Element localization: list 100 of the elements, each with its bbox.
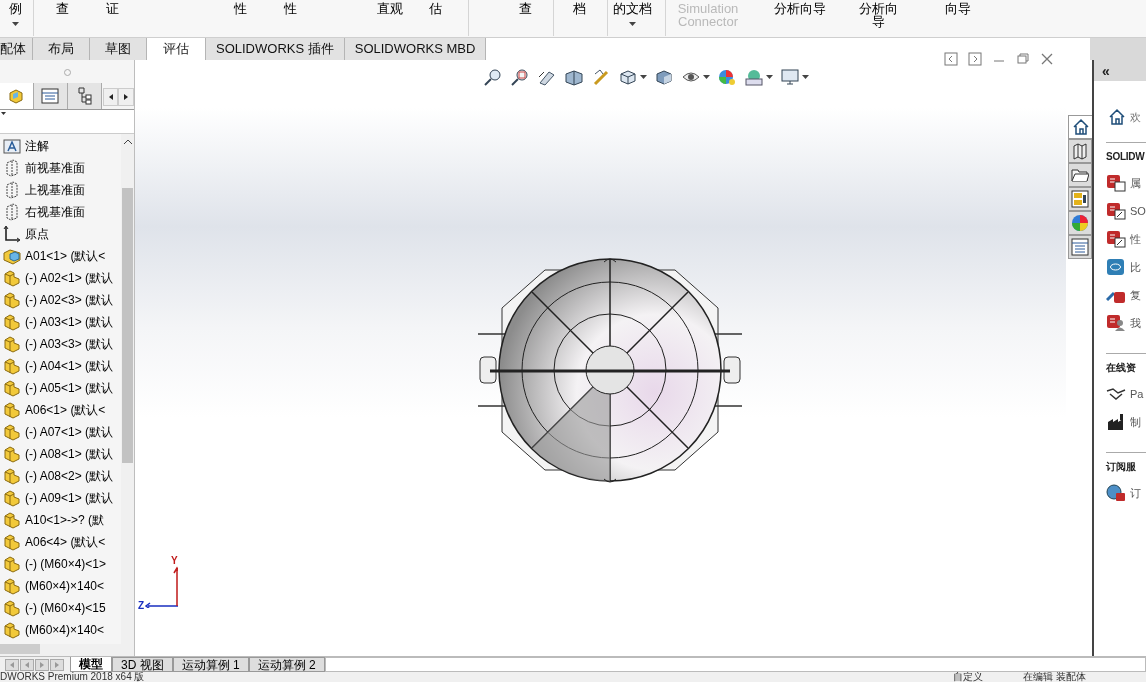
ribbon-button[interactable]: 例 bbox=[0, 0, 30, 26]
task-pane-link[interactable]: 我 bbox=[1106, 309, 1146, 337]
tree-item[interactable]: 注解 bbox=[0, 135, 121, 157]
assembly-icon bbox=[3, 577, 21, 595]
tree-item[interactable]: (-) A02<1> (默认 bbox=[0, 267, 121, 289]
section-title: 在线资 bbox=[1106, 363, 1136, 373]
assembly-icon bbox=[3, 423, 21, 441]
caret-icon bbox=[702, 75, 710, 79]
model-tab[interactable]: 模型 bbox=[70, 657, 112, 672]
tree-item[interactable]: 前视基准面 bbox=[0, 157, 121, 179]
monitor-icon bbox=[779, 68, 800, 86]
tree-item[interactable]: (-) A09<1> (默认 bbox=[0, 487, 121, 509]
panel-tab[interactable] bbox=[0, 83, 34, 109]
scroll-left-button[interactable] bbox=[102, 88, 119, 106]
tree-item[interactable]: 右视基准面 bbox=[0, 201, 121, 223]
tree-item[interactable]: (-) A05<1> (默认 bbox=[0, 377, 121, 399]
collapse-button[interactable]: « bbox=[1094, 60, 1146, 81]
tree-item[interactable]: A01<1> (默认< bbox=[0, 245, 121, 267]
caret-icon bbox=[765, 75, 773, 79]
nav-arrow-button[interactable] bbox=[5, 658, 19, 671]
ribbon-tab[interactable]: 布局 bbox=[33, 38, 90, 60]
ribbon-button[interactable]: 估 bbox=[415, 0, 455, 15]
home-icon bbox=[1071, 118, 1090, 136]
assembly-icon bbox=[3, 379, 21, 397]
tree-item[interactable]: (M60×4)×140< bbox=[0, 575, 121, 597]
tree-item-label: (-) A02<3> (默认 bbox=[25, 292, 114, 309]
ribbon-tab[interactable]: 评估 bbox=[147, 38, 206, 60]
tree-item[interactable]: (-) A08<2> (默认 bbox=[0, 465, 121, 487]
section-title: 订阅服 bbox=[1106, 462, 1136, 472]
tree-item[interactable]: A06<1> (默认< bbox=[0, 399, 121, 421]
tree-item[interactable]: (-) A07<1> (默认 bbox=[0, 421, 121, 443]
panel-right-icon[interactable] bbox=[968, 52, 982, 66]
tree-item[interactable]: (-) A08<1> (默认 bbox=[0, 443, 121, 465]
tree-item[interactable]: (-) A03<1> (默认 bbox=[0, 311, 121, 333]
restore-icon[interactable] bbox=[1016, 52, 1030, 66]
nav-arrow-button[interactable] bbox=[50, 658, 64, 671]
ribbon-button[interactable]: 性 bbox=[220, 0, 260, 15]
ribbon-button[interactable]: 分析向导 bbox=[856, 0, 900, 28]
filter-field[interactable] bbox=[0, 110, 134, 134]
part-icon bbox=[3, 247, 21, 265]
task-pane-link[interactable]: Pa bbox=[1106, 380, 1146, 408]
assembly-icon bbox=[3, 555, 21, 573]
ribbon-button[interactable]: 档 bbox=[564, 0, 594, 15]
scroll-right-button[interactable] bbox=[118, 88, 134, 106]
task-pane-link[interactable]: 比 bbox=[1106, 253, 1146, 281]
view-palette-icon bbox=[1071, 190, 1089, 208]
task-pane-link[interactable]: SO bbox=[1106, 197, 1146, 225]
ribbon-button[interactable]: 的文档 bbox=[607, 0, 657, 26]
task-pane-tab[interactable] bbox=[1068, 115, 1092, 139]
view-toolbar-button[interactable] bbox=[778, 68, 810, 86]
tree-item[interactable]: 原点 bbox=[0, 223, 121, 245]
y-axis-label: Y bbox=[171, 556, 178, 566]
task-pane-link[interactable]: 制 bbox=[1106, 408, 1146, 436]
tree-item[interactable]: (-) (M60×4)<1> bbox=[0, 553, 121, 575]
tree-item[interactable]: (-) A03<3> (默认 bbox=[0, 333, 121, 355]
tree-item[interactable]: A10<1>->? (默 bbox=[0, 509, 121, 531]
task-pane-link[interactable]: 性 bbox=[1106, 225, 1146, 253]
nav-arrow-button[interactable] bbox=[20, 658, 34, 671]
assembly-icon bbox=[3, 533, 21, 551]
task-pane-link[interactable]: 复 bbox=[1106, 281, 1146, 309]
task-pane-tab[interactable] bbox=[1068, 163, 1092, 187]
tree-item[interactable]: (-) A02<3> (默认 bbox=[0, 289, 121, 311]
ribbon-tab[interactable]: 配体 bbox=[0, 38, 33, 60]
assembly-icon bbox=[3, 467, 21, 485]
task-pane-tab[interactable] bbox=[1068, 139, 1092, 163]
panel-left-icon[interactable] bbox=[944, 52, 958, 66]
assembly-icon bbox=[3, 401, 21, 419]
model-tab[interactable]: 运动算例 1 bbox=[172, 657, 249, 672]
ribbon-tab[interactable]: 草图 bbox=[90, 38, 147, 60]
task-pane-link[interactable]: 属 bbox=[1106, 169, 1146, 197]
ribbon-tab[interactable]: SOLIDWORKS 插件 bbox=[206, 38, 345, 60]
tree-item[interactable]: (-) A04<1> (默认 bbox=[0, 355, 121, 377]
ribbon-tab[interactable]: SOLIDWORKS MBD bbox=[344, 38, 487, 60]
ribbon-button[interactable]: 查 bbox=[42, 0, 82, 15]
panel-tab[interactable] bbox=[34, 83, 68, 109]
task-pane-tab[interactable] bbox=[1068, 187, 1092, 211]
close-icon[interactable] bbox=[1040, 52, 1054, 66]
model-tab[interactable]: 3D 视图 bbox=[112, 657, 173, 672]
display-style-icon bbox=[653, 68, 674, 86]
task-pane-link[interactable]: 订 bbox=[1106, 479, 1146, 507]
panel-tab[interactable] bbox=[67, 83, 102, 109]
ribbon-button[interactable]: 直观 bbox=[365, 0, 415, 15]
ribbon-button[interactable]: 性 bbox=[270, 0, 310, 15]
tree-item-label: A06<1> (默认< bbox=[25, 402, 106, 419]
view-toolbar-button[interactable] bbox=[742, 68, 774, 86]
ribbon-button[interactable]: 查 bbox=[505, 0, 545, 15]
factory-icon bbox=[1106, 413, 1126, 431]
tree-item[interactable]: (-) (M60×4)<15 bbox=[0, 597, 121, 619]
ribbon-button[interactable]: 向导 bbox=[928, 0, 988, 15]
ribbon-button[interactable]: 分析向导 bbox=[765, 0, 835, 15]
model-tab[interactable]: 运动算例 2 bbox=[248, 657, 325, 672]
view-toolbar-button[interactable] bbox=[562, 68, 585, 86]
tree-item[interactable]: 上视基准面 bbox=[0, 179, 121, 201]
tree-item[interactable]: A06<4> (默认< bbox=[0, 531, 121, 553]
tree-item-label: (-) A07<1> (默认 bbox=[25, 424, 114, 441]
ribbon-button[interactable]: 证 bbox=[92, 0, 132, 15]
nav-arrow-button[interactable] bbox=[35, 658, 49, 671]
welcome-item[interactable]: 欢 bbox=[1094, 108, 1146, 126]
tree-item[interactable]: (M60×4)×140< bbox=[0, 619, 121, 641]
scene-icon bbox=[743, 68, 764, 86]
